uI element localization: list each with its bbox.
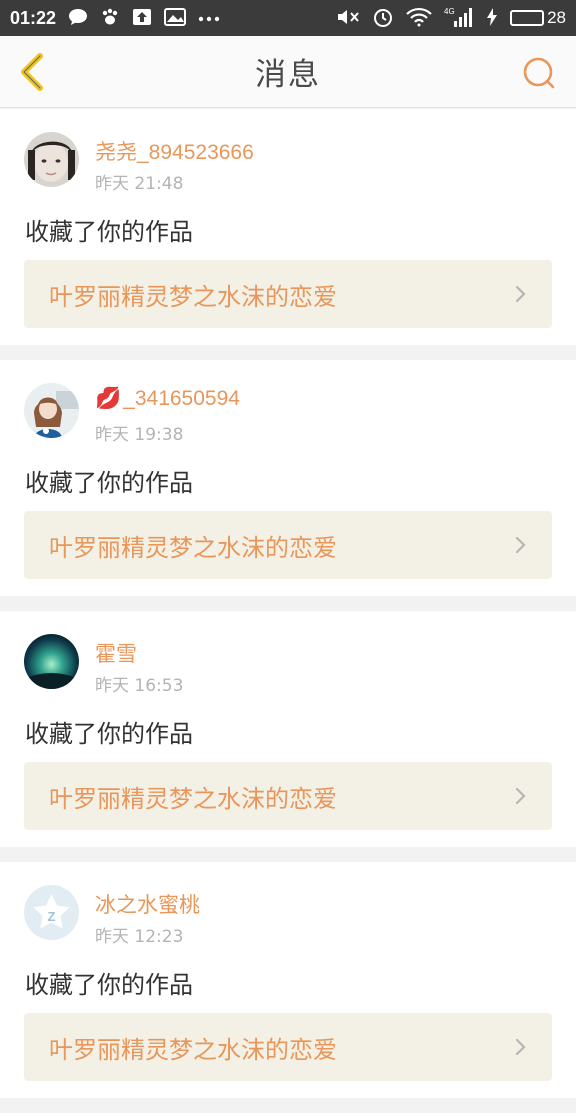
avatar[interactable] xyxy=(24,383,79,438)
work-link[interactable]: 叶罗丽精灵梦之水沫的恋爱 xyxy=(24,1013,552,1081)
girl-photo-avatar-icon xyxy=(24,132,79,187)
work-link[interactable]: 叶罗丽精灵梦之水沫的恋爱 xyxy=(24,511,552,579)
username[interactable]: 尧尧_894523666 xyxy=(95,136,254,166)
chevron-right-icon xyxy=(515,1038,526,1056)
work-title: 叶罗丽精灵梦之水沫的恋爱 xyxy=(49,1035,337,1064)
work-title: 叶罗丽精灵梦之水沫的恋爱 xyxy=(49,282,337,311)
message-card: 尧尧_894523666 昨天 21:48 收藏了你的作品 叶罗丽精灵梦之水沫的… xyxy=(0,109,576,345)
username[interactable]: 霍雪 xyxy=(95,638,137,668)
wifi-icon xyxy=(406,7,432,30)
message-list: 尧尧_894523666 昨天 21:48 收藏了你的作品 叶罗丽精灵梦之水沫的… xyxy=(0,109,576,1113)
avatar[interactable]: Z xyxy=(24,885,79,940)
page-title: 消息 xyxy=(255,57,321,93)
action-text: 收藏了你的作品 xyxy=(25,971,193,999)
message-card: 霍雪 昨天 16:53 收藏了你的作品 叶罗丽精灵梦之水沫的恋爱 xyxy=(0,611,576,847)
timestamp: 昨天 16:53 xyxy=(95,676,184,696)
message-card: 💋_341650594 昨天 19:38 收藏了你的作品 叶罗丽精灵梦之水沫的恋… xyxy=(0,360,576,596)
more-dots-icon xyxy=(198,11,220,26)
chevron-right-icon xyxy=(515,536,526,554)
cell-signal-icon: 4G xyxy=(444,6,474,31)
battery-icon xyxy=(510,10,545,26)
username[interactable]: 💋_341650594 xyxy=(95,387,240,411)
work-title: 叶罗丽精灵梦之水沫的恋爱 xyxy=(49,784,337,813)
charging-icon xyxy=(486,7,498,30)
chat-bubble-icon xyxy=(68,8,88,29)
action-text: 收藏了你的作品 xyxy=(25,218,193,246)
search-button[interactable] xyxy=(522,56,556,90)
status-bar: 01:22 4G 28 xyxy=(0,0,576,36)
timestamp: 昨天 12:23 xyxy=(95,927,184,947)
action-text: 收藏了你的作品 xyxy=(25,469,193,497)
image-icon xyxy=(164,7,187,29)
username[interactable]: 冰之水蜜桃 xyxy=(95,889,200,919)
upload-icon xyxy=(132,8,152,29)
kiss-lips-icon: 💋 xyxy=(95,387,122,410)
default-qq-avatar-icon: Z xyxy=(24,885,79,940)
chevron-right-icon xyxy=(515,285,526,303)
message-card: Z 冰之水蜜桃 昨天 12:23 收藏了你的作品 叶罗丽精灵梦之水沫的恋爱 xyxy=(0,862,576,1098)
chevron-right-icon xyxy=(515,787,526,805)
paw-icon xyxy=(100,8,120,29)
timestamp: 昨天 21:48 xyxy=(95,174,184,194)
doll-photo-avatar-icon xyxy=(24,383,79,438)
work-title: 叶罗丽精灵梦之水沫的恋爱 xyxy=(49,533,337,562)
work-link[interactable]: 叶罗丽精灵梦之水沫的恋爱 xyxy=(24,762,552,830)
top-nav-bar: 消息 xyxy=(0,36,576,108)
battery-indicator: 28 xyxy=(510,8,566,28)
username-text: _341650594 xyxy=(123,387,240,410)
timestamp: 昨天 19:38 xyxy=(95,425,184,445)
back-arrow-icon xyxy=(21,53,43,91)
status-time: 01:22 xyxy=(10,7,57,28)
mute-icon xyxy=(336,7,360,30)
alarm-icon xyxy=(372,6,394,31)
action-text: 收藏了你的作品 xyxy=(25,720,193,748)
back-button[interactable] xyxy=(12,50,52,94)
aurora-photo-avatar-icon xyxy=(24,634,79,689)
svg-text:4G: 4G xyxy=(444,7,455,16)
avatar[interactable] xyxy=(24,132,79,187)
avatar[interactable] xyxy=(24,634,79,689)
work-link[interactable]: 叶罗丽精灵梦之水沫的恋爱 xyxy=(24,260,552,328)
svg-text:Z: Z xyxy=(48,909,56,924)
search-icon xyxy=(523,57,555,89)
battery-percent: 28 xyxy=(547,8,566,27)
